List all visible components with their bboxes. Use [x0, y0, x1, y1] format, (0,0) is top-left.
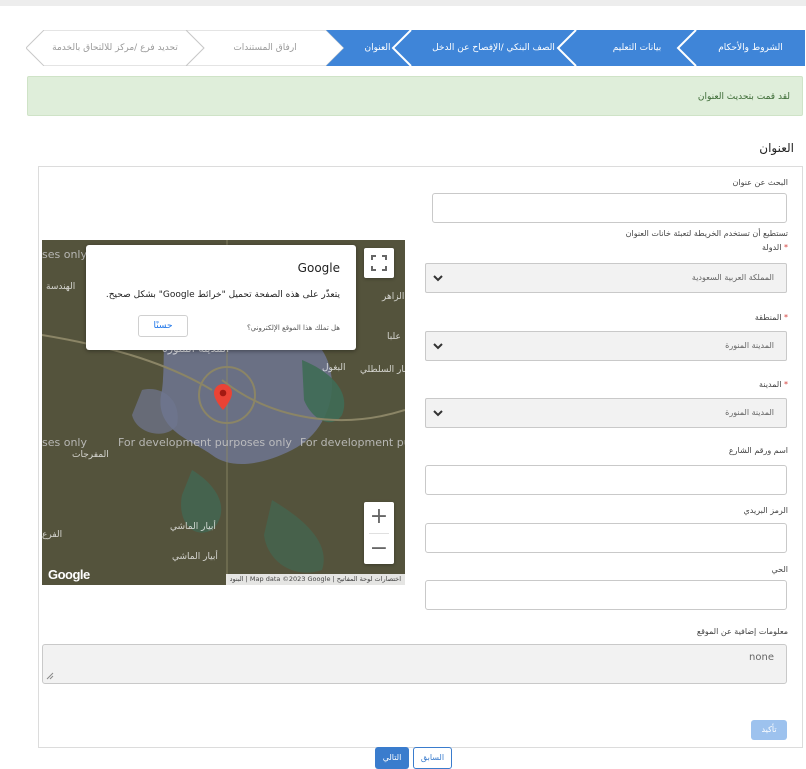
- resize-grip-icon[interactable]: [46, 672, 54, 680]
- zoom-out-button[interactable]: −: [364, 534, 394, 564]
- district-label: الحي: [771, 565, 789, 574]
- fullscreen-button[interactable]: [364, 248, 394, 278]
- city-label: * المدينة: [759, 380, 788, 389]
- page-title: العنوان: [759, 141, 794, 155]
- chevron-down-icon: [433, 275, 443, 282]
- map-attribution[interactable]: اختصارات لوحة المفاتيح | Map data ©2023 …: [225, 574, 405, 585]
- dialog-question[interactable]: هل تملك هذا الموقع الإلكتروني؟: [247, 324, 340, 332]
- search-label: البحث عن عنوان: [732, 178, 788, 187]
- district-input[interactable]: [425, 580, 787, 610]
- map-place-label: المفرجات: [72, 450, 109, 460]
- step-terms[interactable]: الشروط والأحكام: [696, 30, 805, 66]
- step-branch[interactable]: تحديد فرع /مركز للالتحاق بالخدمة: [44, 30, 186, 66]
- region-value: المدينة المنورة: [725, 341, 774, 350]
- map-place-label: أبيار الماشي: [172, 552, 218, 562]
- step-documents[interactable]: ارفاق المستندات: [204, 30, 326, 66]
- country-label: * الدولة: [762, 243, 788, 252]
- location-pin-icon[interactable]: [214, 384, 232, 410]
- extra-info-label: معلومات إضافية عن الموقع: [696, 627, 788, 636]
- map-place-label: علبا: [387, 332, 401, 342]
- dev-watermark: ses only: [42, 436, 87, 449]
- dialog-title: Google: [297, 261, 340, 275]
- chevron-down-icon: [433, 410, 443, 417]
- city-select[interactable]: المدينة المنورة: [425, 398, 787, 428]
- zoom-controls: + −: [364, 502, 394, 564]
- region-select[interactable]: المدينة المنورة: [425, 331, 787, 361]
- progress-stepper: الشروط والأحكام بيانات التعليم الصف البن…: [26, 30, 805, 66]
- previous-button[interactable]: السابق: [413, 747, 452, 769]
- dev-watermark: ses only: [42, 248, 87, 261]
- top-strip: [0, 0, 806, 6]
- dev-watermark: For development pu: [300, 436, 405, 449]
- map-place-label: الهندسة: [46, 282, 76, 292]
- dialog-body: يتعذّر على هذه الصفحة تحميل "خرائط Googl…: [105, 290, 340, 300]
- map-view[interactable]: ses only ses only For development purpos…: [42, 240, 405, 585]
- confirm-button[interactable]: تأكيد: [751, 720, 787, 740]
- map-place-label: البغول: [322, 363, 346, 373]
- fullscreen-icon: [371, 255, 387, 271]
- chevron-down-icon: [433, 343, 443, 350]
- step-education[interactable]: بيانات التعليم: [578, 30, 696, 66]
- city-value: المدينة المنورة: [725, 408, 774, 417]
- map-place-label: أبيار الماشي: [170, 522, 216, 532]
- address-search-input[interactable]: [432, 193, 787, 223]
- alert-text: لقد قمت بتحديث العنوان: [697, 92, 790, 102]
- map-place-label: الفرع: [42, 530, 63, 540]
- street-input[interactable]: [425, 465, 787, 495]
- country-value: المملكة العربية السعودية: [691, 273, 774, 282]
- region-label: * المنطقة: [754, 313, 788, 322]
- extra-info-textarea[interactable]: none: [42, 644, 787, 684]
- step-address[interactable]: العنوان: [344, 30, 411, 66]
- map-place-label: الزاهر: [382, 292, 405, 302]
- next-button[interactable]: التالي: [375, 747, 409, 769]
- success-alert: لقد قمت بتحديث العنوان: [27, 76, 803, 116]
- map-hint-text: تستطيع أن تستخدم الخريطة لتعبئة خانات ال…: [625, 229, 788, 238]
- postal-code-input[interactable]: [425, 523, 787, 553]
- postal-label: الرمز البريدي: [743, 506, 789, 515]
- map-error-dialog: Google يتعذّر على هذه الصفحة تحميل "خرائ…: [86, 245, 356, 350]
- street-label: اسم ورقم الشارع: [728, 446, 788, 455]
- dev-watermark: For development purposes only: [118, 436, 292, 449]
- extra-info-value: none: [749, 652, 774, 663]
- google-logo: Google: [48, 567, 90, 582]
- step-bank[interactable]: الصف البنكي /الإفصاح عن الدخل: [411, 30, 576, 66]
- zoom-in-button[interactable]: +: [364, 502, 394, 532]
- map-place-label: جبار السلطلي: [360, 365, 405, 375]
- country-select[interactable]: المملكة العربية السعودية: [425, 263, 787, 293]
- dialog-ok-button[interactable]: حسنًا: [138, 315, 188, 337]
